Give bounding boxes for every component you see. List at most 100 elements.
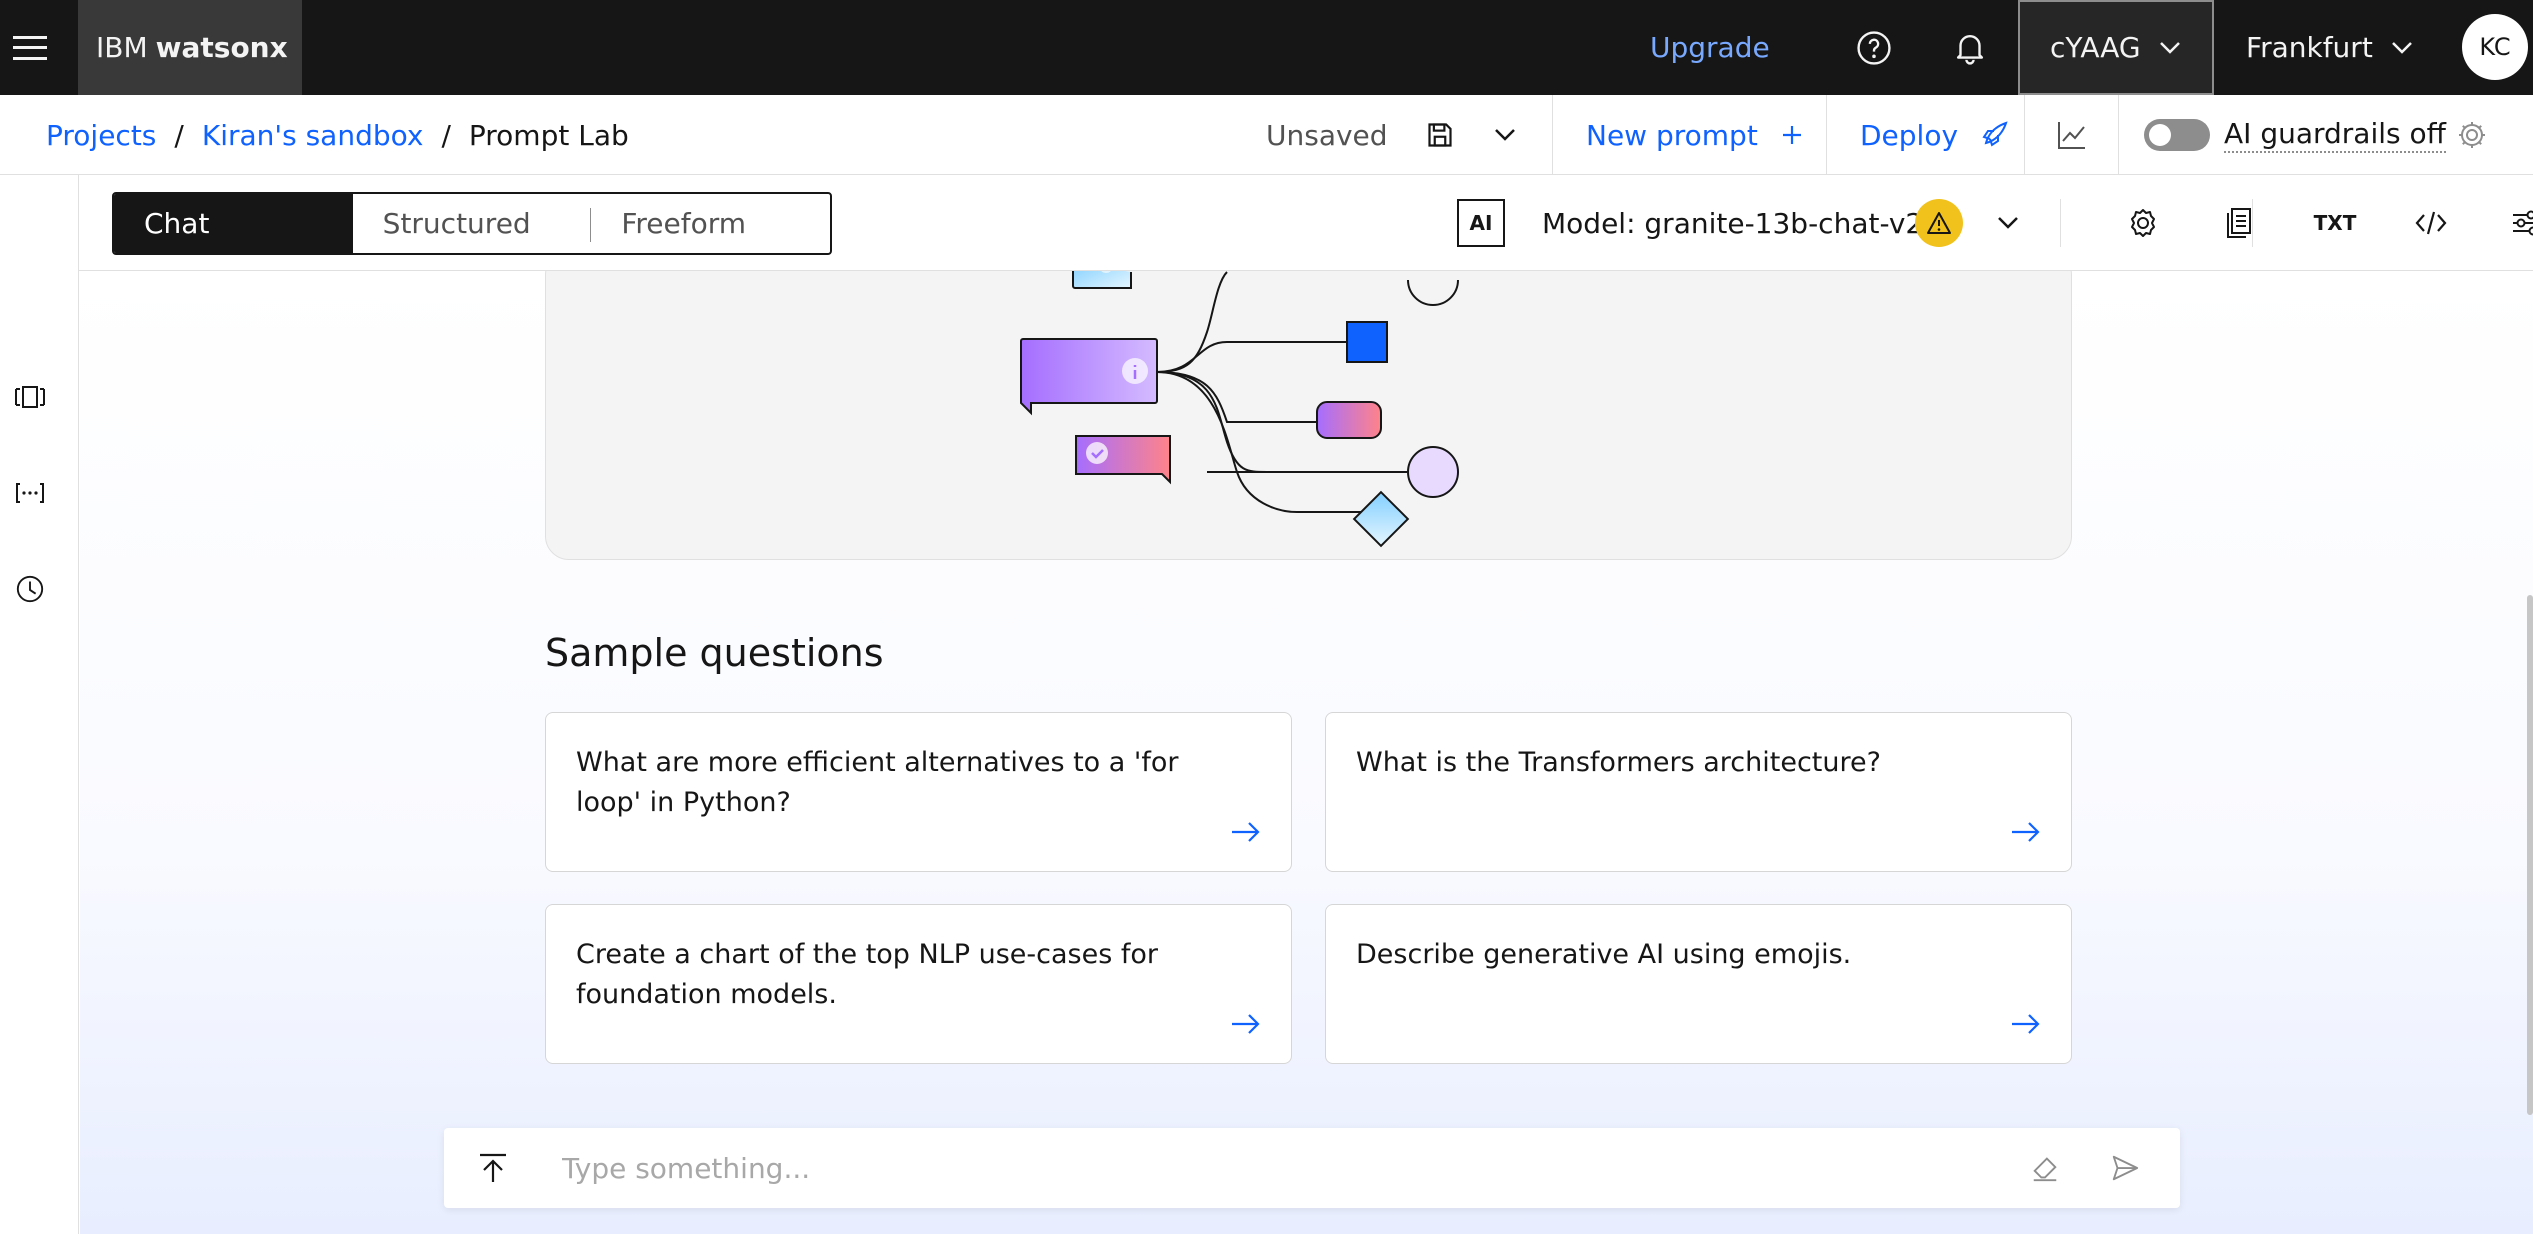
chat-flow-illustration xyxy=(1020,271,1459,548)
left-rail xyxy=(0,175,79,1234)
rail-item-sidebar[interactable] xyxy=(0,367,60,427)
ai-badge: AI xyxy=(1457,199,1505,247)
documents-button[interactable] xyxy=(2204,175,2274,271)
sample-question-card[interactable]: Create a chart of the top NLP use-cases … xyxy=(545,904,1292,1064)
view-text-button[interactable]: TXT xyxy=(2300,175,2370,271)
model-warning[interactable] xyxy=(1915,199,1963,247)
history-icon xyxy=(16,575,44,603)
tab-freeform[interactable]: Freeform xyxy=(591,194,830,253)
save-options-button[interactable] xyxy=(1480,95,1530,175)
save-status: Unsaved xyxy=(1266,118,1388,152)
scrollbar[interactable] xyxy=(2527,595,2533,1115)
send-icon xyxy=(2112,1155,2139,1181)
arrow-right-icon xyxy=(2012,1014,2040,1034)
divider xyxy=(1826,95,1827,175)
menu-button[interactable] xyxy=(0,0,60,95)
divider xyxy=(2118,95,2119,175)
brand-prefix: IBM xyxy=(96,31,148,64)
region-switcher[interactable]: Frankfurt xyxy=(2214,0,2444,95)
sidebar-toggle-icon xyxy=(15,386,45,408)
guardrails-toggle[interactable] xyxy=(2144,119,2210,151)
menu-icon xyxy=(13,35,47,60)
rocket-icon xyxy=(1982,121,2008,147)
eraser-icon xyxy=(2033,1157,2057,1182)
divider xyxy=(2060,199,2061,247)
new-prompt-label: New prompt xyxy=(1586,118,1758,152)
guardrails-label[interactable]: AI guardrails off xyxy=(2224,95,2446,175)
product-brand[interactable]: IBM watsonx xyxy=(78,0,302,95)
welcome-illustration-panel xyxy=(545,271,2072,560)
top-header: IBM watsonx Upgrade cYAAG Frankfurt KC xyxy=(0,0,2533,95)
brand-name: watsonx xyxy=(155,31,288,64)
new-prompt-button[interactable]: New prompt xyxy=(1586,95,1802,175)
send-button[interactable] xyxy=(2100,1128,2150,1208)
rail-item-history[interactable] xyxy=(0,559,60,619)
account-switcher[interactable]: cYAAG xyxy=(2018,0,2214,95)
upload-icon xyxy=(480,1153,506,1182)
rail-item-variables[interactable] xyxy=(0,463,60,523)
parameters-button[interactable] xyxy=(2492,175,2533,271)
warning-icon xyxy=(1927,212,1951,234)
mode-switcher: Chat Structured Freeform xyxy=(112,192,832,255)
save-button[interactable] xyxy=(1414,95,1466,175)
metrics-icon xyxy=(2058,122,2085,149)
code-icon xyxy=(2415,211,2447,235)
sample-questions-title: Sample questions xyxy=(545,631,884,675)
sample-question-text: What are more efficient alternatives to … xyxy=(576,747,1179,818)
chat-area: Sample questions What are more efficient… xyxy=(80,271,2533,1234)
model-dropdown-button[interactable] xyxy=(1983,175,2033,271)
divider xyxy=(2252,199,2253,247)
deploy-label: Deploy xyxy=(1860,118,1959,152)
sample-question-text: What is the Transformers architecture? xyxy=(1356,747,1881,778)
upload-button[interactable] xyxy=(470,1128,516,1208)
region-name: Frankfurt xyxy=(2246,31,2373,64)
breadcrumb-sandbox[interactable]: Kiran's sandbox xyxy=(202,119,424,152)
variables-icon xyxy=(16,483,44,503)
tab-chat[interactable]: Chat xyxy=(114,194,353,253)
deploy-button[interactable]: Deploy xyxy=(1860,95,2010,175)
arrow-right-icon xyxy=(2012,822,2040,842)
tab-structured[interactable]: Structured xyxy=(353,194,592,253)
chat-input[interactable] xyxy=(562,1144,1962,1192)
notification-icon xyxy=(1956,34,1984,65)
save-icon xyxy=(1428,123,1452,147)
breadcrumb-current: Prompt Lab xyxy=(468,118,629,152)
guardrails-settings-button[interactable] xyxy=(2450,95,2494,175)
breadcrumb-separator: / xyxy=(441,118,451,152)
metrics-button[interactable] xyxy=(2050,95,2094,175)
chevron-down-icon xyxy=(2159,41,2180,54)
help-icon xyxy=(1857,30,1891,65)
model-settings-icon xyxy=(2131,209,2155,237)
breadcrumb-projects[interactable]: Projects xyxy=(46,119,156,152)
sample-question-card[interactable]: What are more efficient alternatives to … xyxy=(545,712,1292,872)
breadcrumb-separator: / xyxy=(174,118,184,152)
model-settings-button[interactable] xyxy=(2108,175,2178,271)
sample-question-card[interactable]: Describe generative AI using emojis. xyxy=(1325,904,2072,1064)
plus-icon xyxy=(1782,126,1801,144)
arrow-right-icon xyxy=(1232,822,1260,842)
user-avatar[interactable]: KC xyxy=(2462,14,2528,80)
sample-question-card[interactable]: What is the Transformers architecture? xyxy=(1325,712,2072,872)
guardrails-text: AI guardrails off xyxy=(2224,117,2446,153)
chat-input-bar xyxy=(444,1128,2180,1208)
breadcrumb: Projects / Kiran's sandbox / Prompt Lab xyxy=(46,95,629,175)
model-selector[interactable]: Model: granite-13b-chat-v2 xyxy=(1542,175,1923,271)
view-code-button[interactable] xyxy=(2396,175,2466,271)
account-name: cYAAG xyxy=(2050,31,2141,64)
clear-chat-button[interactable] xyxy=(2020,1128,2070,1208)
sample-question-text: Describe generative AI using emojis. xyxy=(1356,939,1852,970)
divider xyxy=(1552,95,1553,175)
sample-question-text: Create a chart of the top NLP use-cases … xyxy=(576,939,1159,1010)
chevron-down-icon xyxy=(1998,217,2018,229)
gear-icon xyxy=(2459,122,2485,148)
sliders-icon xyxy=(2513,210,2533,236)
arrow-right-icon xyxy=(1232,1014,1260,1034)
notifications-button[interactable] xyxy=(1922,0,2018,95)
breadcrumb-bar: Projects / Kiran's sandbox / Prompt Lab … xyxy=(0,95,2533,175)
upgrade-link[interactable]: Upgrade xyxy=(1650,0,1770,95)
chevron-down-icon xyxy=(1495,129,1515,141)
help-button[interactable] xyxy=(1826,0,1922,95)
divider xyxy=(2024,95,2025,175)
prompt-toolbar: Chat Structured Freeform AI Model: grani… xyxy=(79,175,2533,271)
chevron-down-icon xyxy=(2391,41,2412,54)
